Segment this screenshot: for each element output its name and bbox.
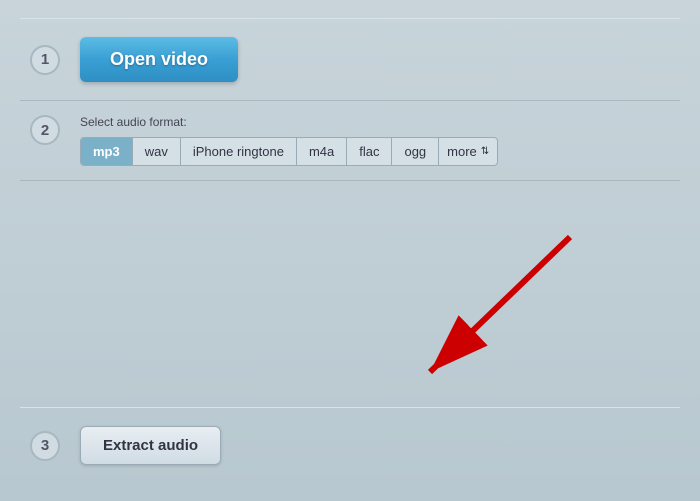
step3-row: 3 Extract audio — [20, 407, 680, 483]
format-label: Select audio format: — [80, 115, 498, 129]
tab-ogg[interactable]: ogg — [392, 138, 439, 165]
step1-number: 1 — [30, 45, 60, 75]
extract-audio-button[interactable]: Extract audio — [80, 426, 221, 465]
format-tabs: mp3 wav iPhone ringtone m4a flac ogg mor… — [80, 137, 498, 166]
step3-number: 3 — [30, 431, 60, 461]
more-chevron-icon: ⇅ — [481, 146, 489, 157]
tab-mp3[interactable]: mp3 — [81, 138, 133, 165]
more-label: more — [447, 144, 477, 159]
open-video-button[interactable]: Open video — [80, 37, 238, 82]
step2-row: 2 Select audio format: mp3 wav iPhone ri… — [20, 101, 680, 181]
red-arrow-icon — [380, 217, 600, 397]
tab-m4a[interactable]: m4a — [297, 138, 347, 165]
more-formats-button[interactable]: more ⇅ — [439, 140, 497, 163]
step1-row: 1 Open video — [20, 18, 680, 101]
main-container: 1 Open video 2 Select audio format: mp3 … — [0, 0, 700, 501]
step2-content: Select audio format: mp3 wav iPhone ring… — [80, 115, 498, 166]
tab-iphone-ringtone[interactable]: iPhone ringtone — [181, 138, 297, 165]
tab-flac[interactable]: flac — [347, 138, 392, 165]
arrow-area — [20, 181, 680, 407]
tab-wav[interactable]: wav — [133, 138, 181, 165]
step2-number: 2 — [30, 115, 60, 145]
